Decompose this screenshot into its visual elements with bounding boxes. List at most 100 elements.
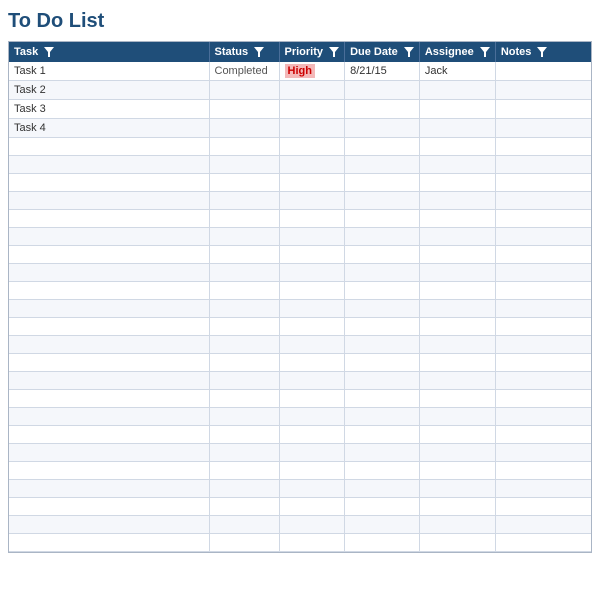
cell-assignee[interactable] — [419, 174, 495, 192]
table-row[interactable] — [9, 336, 591, 354]
table-row[interactable] — [9, 408, 591, 426]
cell-task[interactable] — [9, 516, 209, 534]
cell-notes[interactable] — [495, 390, 591, 408]
cell-assignee[interactable] — [419, 264, 495, 282]
cell-priority[interactable] — [279, 354, 345, 372]
cell-duedate[interactable] — [345, 300, 420, 318]
cell-notes[interactable] — [495, 444, 591, 462]
cell-priority[interactable] — [279, 192, 345, 210]
cell-status[interactable] — [209, 480, 279, 498]
cell-duedate[interactable] — [345, 534, 420, 552]
cell-priority[interactable] — [279, 228, 345, 246]
cell-notes[interactable] — [495, 300, 591, 318]
cell-status[interactable] — [209, 138, 279, 156]
cell-priority[interactable] — [279, 336, 345, 354]
cell-notes[interactable] — [495, 210, 591, 228]
cell-duedate[interactable] — [345, 498, 420, 516]
cell-task[interactable] — [9, 210, 209, 228]
col-header-assignee[interactable]: Assignee — [419, 42, 495, 62]
cell-priority[interactable] — [279, 534, 345, 552]
cell-task[interactable] — [9, 534, 209, 552]
table-row[interactable] — [9, 372, 591, 390]
cell-status[interactable] — [209, 390, 279, 408]
cell-notes[interactable] — [495, 498, 591, 516]
cell-notes[interactable] — [495, 119, 591, 138]
table-row[interactable] — [9, 192, 591, 210]
cell-assignee[interactable] — [419, 480, 495, 498]
cell-duedate[interactable] — [345, 426, 420, 444]
cell-duedate[interactable] — [345, 210, 420, 228]
cell-task[interactable] — [9, 372, 209, 390]
cell-notes[interactable] — [495, 480, 591, 498]
cell-task[interactable] — [9, 354, 209, 372]
cell-priority[interactable] — [279, 318, 345, 336]
table-row[interactable] — [9, 516, 591, 534]
cell-assignee[interactable] — [419, 138, 495, 156]
cell-status[interactable] — [209, 534, 279, 552]
table-row[interactable]: Task 1CompletedHigh8/21/15Jack — [9, 62, 591, 81]
cell-assignee[interactable] — [419, 318, 495, 336]
cell-assignee[interactable] — [419, 516, 495, 534]
cell-task[interactable]: Task 1 — [9, 62, 209, 81]
cell-status[interactable] — [209, 300, 279, 318]
cell-status[interactable] — [209, 444, 279, 462]
table-row[interactable] — [9, 138, 591, 156]
col-header-task[interactable]: Task — [9, 42, 209, 62]
cell-duedate[interactable]: 8/21/15 — [345, 62, 420, 81]
table-row[interactable] — [9, 462, 591, 480]
cell-priority[interactable] — [279, 462, 345, 480]
cell-status[interactable] — [209, 192, 279, 210]
cell-duedate[interactable] — [345, 138, 420, 156]
cell-status[interactable] — [209, 336, 279, 354]
cell-assignee[interactable] — [419, 81, 495, 100]
filter-icon-assignee[interactable] — [480, 47, 490, 57]
cell-priority[interactable] — [279, 210, 345, 228]
cell-notes[interactable] — [495, 516, 591, 534]
cell-task[interactable] — [9, 228, 209, 246]
filter-icon-notes[interactable] — [537, 47, 547, 57]
table-row[interactable] — [9, 444, 591, 462]
cell-assignee[interactable] — [419, 336, 495, 354]
cell-assignee[interactable] — [419, 444, 495, 462]
cell-status[interactable] — [209, 100, 279, 119]
cell-assignee[interactable] — [419, 462, 495, 480]
cell-status[interactable] — [209, 210, 279, 228]
cell-notes[interactable] — [495, 228, 591, 246]
cell-priority[interactable] — [279, 264, 345, 282]
cell-task[interactable]: Task 2 — [9, 81, 209, 100]
cell-duedate[interactable] — [345, 336, 420, 354]
cell-assignee[interactable] — [419, 282, 495, 300]
cell-assignee[interactable]: Jack — [419, 62, 495, 81]
cell-task[interactable] — [9, 264, 209, 282]
cell-notes[interactable] — [495, 81, 591, 100]
cell-priority[interactable] — [279, 156, 345, 174]
cell-duedate[interactable] — [345, 282, 420, 300]
cell-duedate[interactable] — [345, 480, 420, 498]
cell-status[interactable] — [209, 282, 279, 300]
table-row[interactable]: Task 3 — [9, 100, 591, 119]
cell-priority[interactable] — [279, 408, 345, 426]
cell-status[interactable] — [209, 318, 279, 336]
cell-notes[interactable] — [495, 336, 591, 354]
cell-duedate[interactable] — [345, 228, 420, 246]
cell-notes[interactable] — [495, 192, 591, 210]
cell-priority[interactable] — [279, 390, 345, 408]
cell-priority[interactable] — [279, 100, 345, 119]
cell-notes[interactable] — [495, 462, 591, 480]
table-row[interactable] — [9, 318, 591, 336]
table-row[interactable] — [9, 498, 591, 516]
cell-priority[interactable] — [279, 246, 345, 264]
cell-status[interactable] — [209, 426, 279, 444]
cell-task[interactable] — [9, 498, 209, 516]
cell-duedate[interactable] — [345, 462, 420, 480]
cell-priority[interactable] — [279, 81, 345, 100]
cell-duedate[interactable] — [345, 100, 420, 119]
cell-assignee[interactable] — [419, 408, 495, 426]
cell-duedate[interactable] — [345, 246, 420, 264]
cell-task[interactable] — [9, 300, 209, 318]
cell-task[interactable] — [9, 246, 209, 264]
cell-assignee[interactable] — [419, 156, 495, 174]
table-row[interactable] — [9, 480, 591, 498]
cell-status[interactable]: Completed — [209, 62, 279, 81]
cell-assignee[interactable] — [419, 100, 495, 119]
